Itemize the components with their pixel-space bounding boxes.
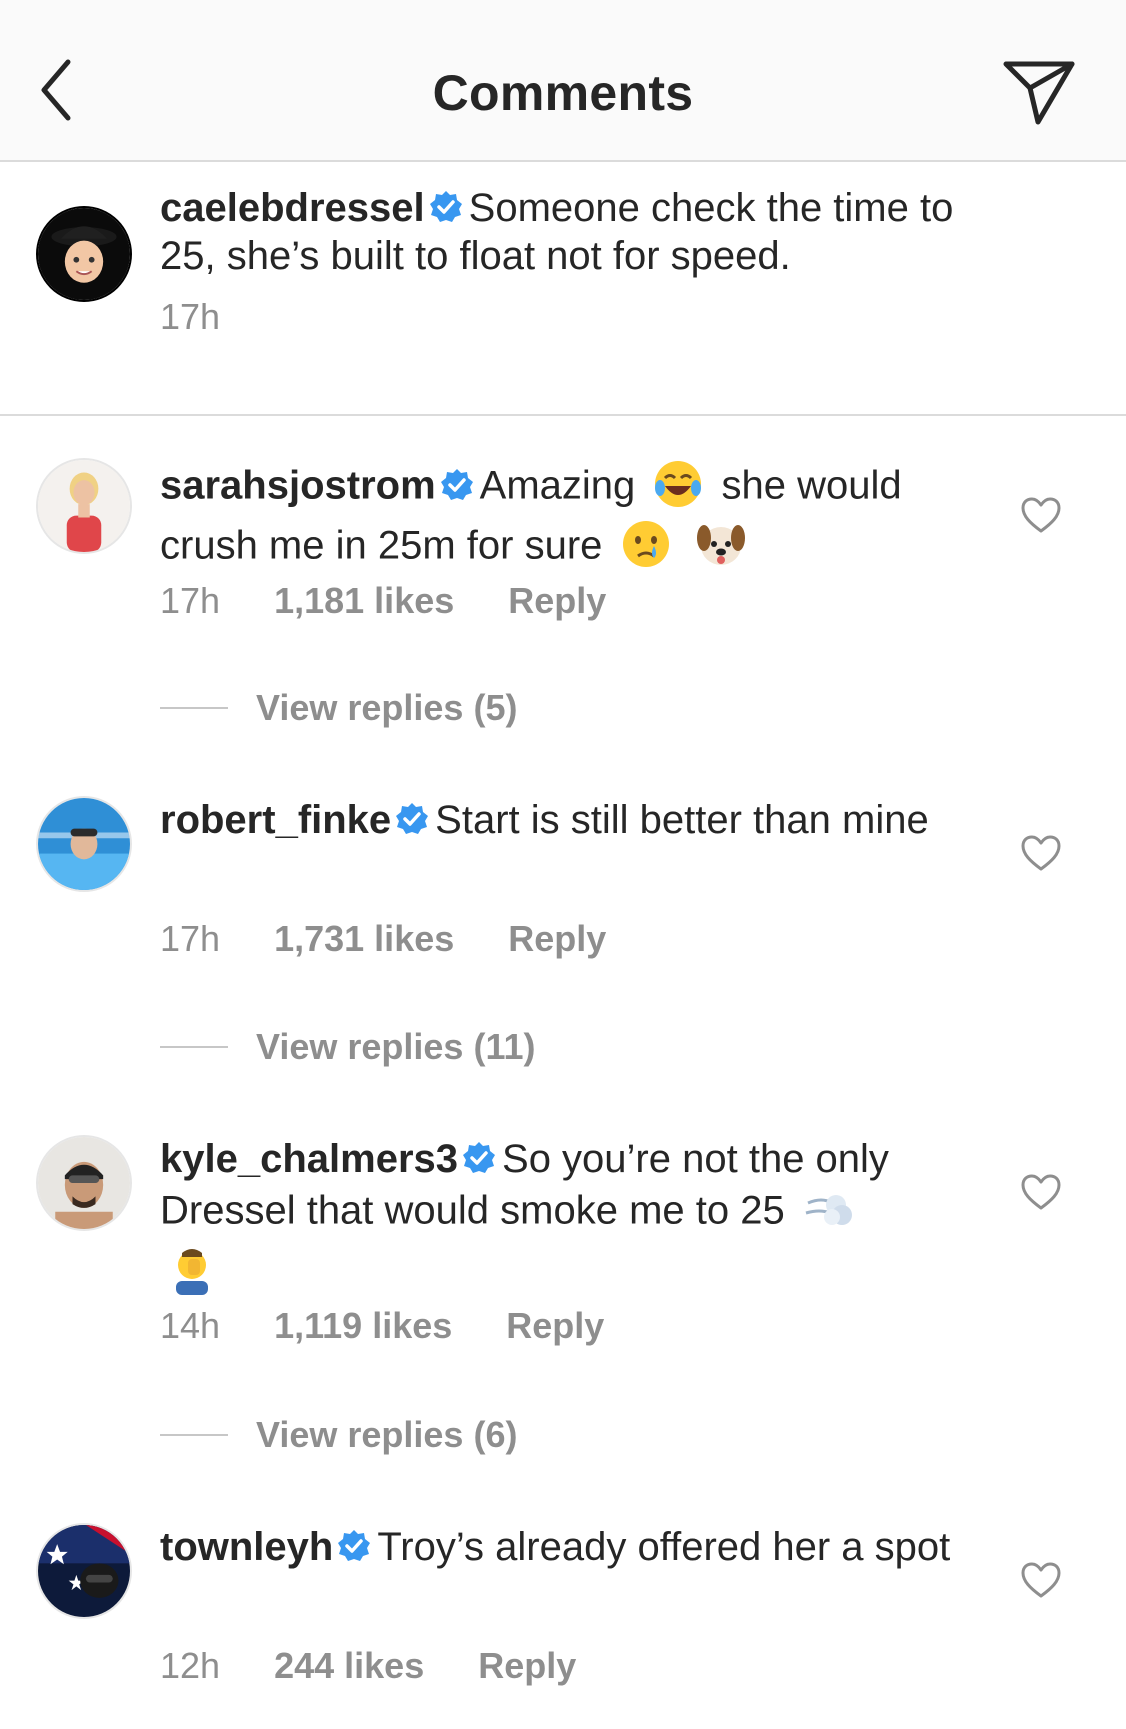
- reply-button[interactable]: Reply: [506, 1305, 604, 1346]
- divider-line: [160, 1434, 228, 1436]
- comment-time: 17h: [160, 296, 221, 337]
- avatar[interactable]: [36, 458, 132, 554]
- comment-time: 12h: [160, 1645, 221, 1686]
- view-replies-button[interactable]: View replies (6): [160, 1410, 517, 1460]
- like-heart-icon[interactable]: [1020, 496, 1062, 534]
- caption-text: caelebdressel Someone check the time to 2…: [160, 184, 1000, 280]
- reply-button[interactable]: Reply: [478, 1645, 576, 1686]
- avatar[interactable]: [36, 1523, 132, 1619]
- comment-username[interactable]: sarahsjostrom: [160, 464, 436, 508]
- like-heart-icon[interactable]: [1020, 1173, 1062, 1211]
- crying-face-emoji-icon: [622, 521, 669, 567]
- comment-username[interactable]: robert_finke: [160, 798, 391, 842]
- comment-meta: 17h 1,181 likes Reply: [160, 580, 650, 622]
- comment-username[interactable]: caelebdressel: [160, 186, 425, 230]
- comment-meta: 12h 244 likes Reply: [160, 1645, 620, 1687]
- paper-plane-icon: [1003, 61, 1075, 125]
- avatar[interactable]: [36, 206, 132, 302]
- avatar[interactable]: [36, 796, 132, 892]
- divider-line: [160, 707, 228, 709]
- comment-text: sarahsjostrom Amazing she would crush me …: [160, 458, 1000, 578]
- profile-photo-icon: [38, 1525, 130, 1617]
- facepalm-emoji-icon: [176, 1249, 208, 1295]
- dog-face-emoji-icon: [696, 525, 745, 565]
- divider-line: [160, 1046, 228, 1048]
- post-caption: caelebdressel Someone check the time to 2…: [0, 162, 1126, 416]
- verified-badge-icon: [429, 191, 462, 223]
- verified-badge-icon: [396, 803, 429, 835]
- comment-username[interactable]: townleyh: [160, 1525, 333, 1569]
- comment-meta: 17h 1,731 likes Reply: [160, 918, 650, 960]
- like-heart-icon[interactable]: [1020, 1561, 1062, 1599]
- comment-meta: 17h: [160, 296, 264, 338]
- comment-text: kyle_chalmers3 So you’re not the only Dre…: [160, 1135, 1000, 1303]
- comment-body: Troy’s already offered her a spot: [377, 1525, 951, 1569]
- view-replies-label: View replies (5): [256, 687, 518, 728]
- verified-badge-icon: [338, 1530, 371, 1562]
- verified-badge-icon: [463, 1142, 496, 1174]
- comment-text: robert_finke Start is still better than m…: [160, 796, 1000, 844]
- likes-count[interactable]: 244 likes: [274, 1645, 424, 1686]
- comment-body: Start is still better than mine: [435, 798, 929, 842]
- avatar[interactable]: [36, 1135, 132, 1231]
- comment-text: townleyh Troy’s already offered her a spo…: [160, 1523, 1000, 1571]
- memoji-cowboy-avatar-icon: [38, 208, 130, 300]
- view-replies-button[interactable]: View replies (5): [160, 683, 517, 733]
- comment-body: Amazing: [479, 463, 636, 508]
- view-replies-label: View replies (6): [256, 1414, 518, 1455]
- comment-time: 14h: [160, 1305, 221, 1346]
- verified-badge-icon: [440, 469, 473, 500]
- comment-time: 17h: [160, 918, 221, 959]
- likes-count[interactable]: 1,119 likes: [274, 1305, 452, 1346]
- comment-time: 17h: [160, 580, 221, 621]
- comment-meta: 14h 1,119 likes Reply: [160, 1305, 648, 1347]
- header-bar: Comments: [0, 0, 1126, 162]
- reply-button[interactable]: Reply: [508, 918, 606, 959]
- page-title: Comments: [432, 65, 694, 121]
- profile-photo-icon: [38, 460, 130, 552]
- dashing-away-emoji-icon: [805, 1195, 852, 1225]
- tears-of-joy-emoji-icon: [655, 461, 702, 507]
- view-replies-button[interactable]: View replies (11): [160, 1022, 536, 1072]
- likes-count[interactable]: 1,731 likes: [274, 918, 454, 959]
- share-button[interactable]: [1000, 56, 1080, 130]
- view-replies-label: View replies (11): [256, 1026, 536, 1067]
- like-heart-icon[interactable]: [1020, 834, 1062, 872]
- comment-username[interactable]: kyle_chalmers3: [160, 1137, 458, 1181]
- reply-button[interactable]: Reply: [508, 580, 606, 621]
- profile-photo-icon: [38, 1137, 130, 1229]
- profile-photo-icon: [38, 798, 130, 890]
- likes-count[interactable]: 1,181 likes: [274, 580, 454, 621]
